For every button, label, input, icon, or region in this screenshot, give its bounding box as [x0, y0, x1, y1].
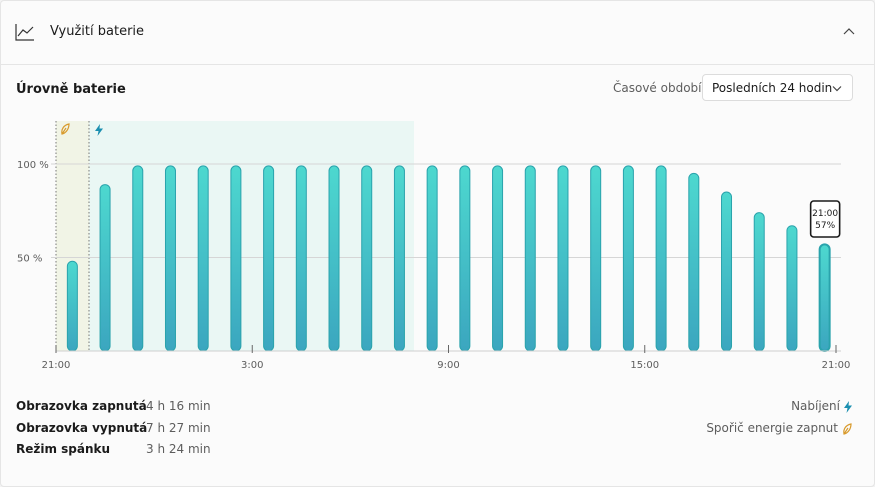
battery-levels-title: Úrovně baterie	[16, 82, 126, 97]
battery-bar	[66, 260, 78, 352]
battery-bar	[295, 165, 307, 352]
stat-screen-on-value: 4 h 16 min	[146, 399, 211, 413]
x-tick-label: 3:00	[241, 360, 263, 371]
legend-saver: Spořič energie zapnut	[706, 421, 852, 435]
legend-saver-label: Spořič energie zapnut	[706, 421, 838, 435]
chevron-down-icon	[832, 86, 842, 92]
tooltip-value: 57%	[815, 221, 835, 231]
battery-bar	[230, 165, 242, 352]
header-title: Využití baterie	[50, 24, 145, 39]
battery-bar	[557, 165, 569, 352]
battery-bar	[818, 243, 831, 352]
leaf-icon	[843, 422, 852, 435]
battery-bar	[132, 165, 144, 352]
battery-bar	[99, 184, 111, 352]
period-label: Časové období:	[613, 81, 706, 95]
x-tick-label: 21:00	[822, 360, 851, 371]
x-tick-label: 15:00	[630, 360, 659, 371]
battery-bar	[622, 165, 634, 352]
stat-screen-off-value: 7 h 27 min	[146, 421, 211, 435]
battery-bar	[426, 165, 438, 352]
tooltip-box	[809, 200, 841, 238]
period-select[interactable]: Posledních 24 hodin	[702, 74, 853, 101]
battery-usage-card: Využití baterie Úrovně baterie Časové ob…	[0, 0, 875, 487]
battery-bar	[361, 165, 373, 352]
bolt-icon	[844, 400, 852, 413]
battery-usage-header[interactable]: Využití baterie	[1, 1, 874, 65]
legend-charging: Nabíjení	[791, 399, 852, 413]
battery-bar	[164, 165, 176, 352]
battery-bar	[524, 165, 536, 352]
battery-bar	[263, 165, 275, 352]
chevron-up-icon[interactable]	[842, 26, 856, 36]
battery-bar	[328, 165, 340, 352]
y-tick-label: 50 %	[17, 254, 42, 265]
battery-bar	[786, 225, 798, 352]
stat-sleep-label: Režim spánku	[16, 442, 111, 456]
battery-bar	[688, 172, 700, 352]
line-chart-icon	[15, 24, 34, 41]
stat-screen-off-label: Obrazovka vypnutá	[16, 421, 148, 435]
battery-level-chart: 100 % 50 % 21:00 3:00 9:00 15:00 21:00 21:00 5…	[17, 121, 851, 371]
battery-bar	[753, 212, 765, 352]
battery-bar	[590, 165, 602, 352]
x-tick-label: 9:00	[437, 360, 459, 371]
legend-charging-label: Nabíjení	[791, 399, 840, 413]
period-selected-value: Posledních 24 hodin	[712, 81, 833, 95]
y-tick-label: 100 %	[17, 160, 49, 171]
battery-bar	[393, 165, 405, 352]
battery-bar	[459, 165, 471, 352]
battery-bar	[655, 165, 667, 352]
battery-bar	[721, 191, 733, 352]
tooltip-time: 21:00	[812, 209, 838, 219]
stat-screen-on-label: Obrazovka zapnutá	[16, 399, 147, 413]
x-tick-label: 21:00	[42, 360, 71, 371]
stat-sleep-value: 3 h 24 min	[146, 442, 211, 456]
battery-bar	[197, 165, 209, 352]
battery-bar	[492, 165, 504, 352]
